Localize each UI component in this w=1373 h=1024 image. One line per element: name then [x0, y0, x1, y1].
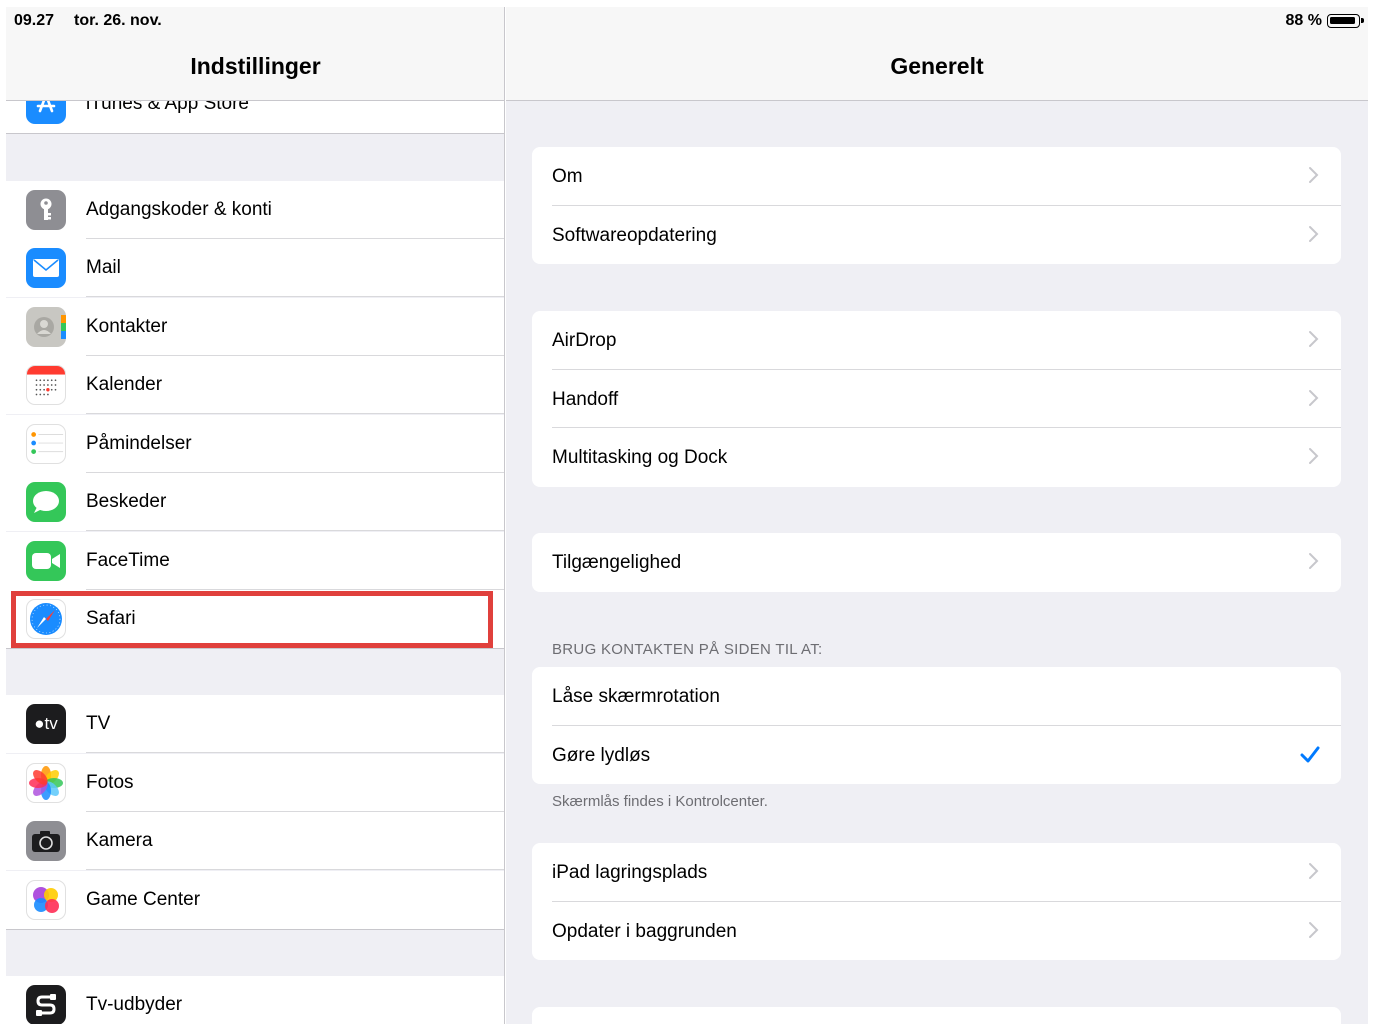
- chevron-right-icon: [1309, 331, 1319, 347]
- sidebar-item-label: TV: [86, 713, 111, 734]
- row-label: AirDrop: [552, 330, 617, 351]
- chevron-right-icon: [1309, 553, 1319, 569]
- chevron-right-icon: [1309, 225, 1319, 242]
- sidebar-item-game-center[interactable]: Game Center: [6, 871, 504, 929]
- battery-percentage: 88 %: [1285, 12, 1322, 29]
- row-label: Tilgængelighed: [552, 552, 682, 573]
- row-label: Låse skærmrotation: [552, 686, 720, 707]
- tv-provider-icon: [26, 985, 66, 1024]
- sidebar-item-camera[interactable]: Kamera: [6, 812, 504, 870]
- status-bar: 09.27 tor. 26. nov. 88 %: [6, 7, 1368, 33]
- ipad-screen: 09.27 tor. 26. nov. 88 % Indstillinger i…: [6, 7, 1368, 1024]
- row-ipad-storage[interactable]: iPad lagringsplads: [532, 843, 1341, 902]
- row-label: Om: [552, 166, 583, 187]
- sidebar-item-reminders[interactable]: Påmindelser: [6, 415, 504, 473]
- settings-group-side-switch: Låse skærmrotation Gøre lydløs: [532, 667, 1341, 784]
- side-switch-section-footer: Skærmlås findes i Kontrolcenter.: [552, 793, 768, 810]
- checkmark-icon: [1300, 746, 1320, 762]
- status-time: 09.27: [14, 12, 55, 29]
- key-icon: [26, 190, 66, 230]
- sidebar-item-messages[interactable]: Beskeder: [6, 473, 504, 531]
- side-switch-section-header: BRUG KONTAKTEN PÅ SIDEN TIL AT:: [552, 641, 823, 658]
- row-accessibility[interactable]: Tilgængelighed: [532, 533, 1341, 592]
- sidebar-item-label: Tv-udbyder: [86, 994, 183, 1015]
- row-label: iPad lagringsplads: [552, 862, 708, 883]
- tv-icon: ●tv: [26, 704, 66, 744]
- sidebar-item-label: Mail: [86, 257, 121, 278]
- contacts-icon: [26, 307, 66, 347]
- chevron-right-icon: [1309, 448, 1319, 464]
- row-background-refresh[interactable]: Opdater i baggrunden: [532, 902, 1341, 961]
- sidebar-item-label: Påmindelser: [86, 433, 192, 454]
- tv-icon-text: tv: [44, 714, 58, 733]
- camera-icon: [26, 821, 66, 861]
- sidebar-item-label: Kalender: [86, 374, 163, 395]
- row-label: Gøre lydløs: [552, 744, 651, 766]
- settings-group-next: [532, 1007, 1341, 1024]
- chevron-right-icon: [1309, 167, 1319, 183]
- settings-group-about: Om Softwareopdatering: [532, 147, 1341, 264]
- sidebar-item-photos[interactable]: Fotos: [6, 754, 504, 812]
- settings-group-storage: iPad lagringsplads Opdater i baggrunden: [532, 843, 1341, 960]
- sidebar-item-label: Kontakter: [86, 316, 168, 337]
- row-software-update[interactable]: Softwareopdatering: [532, 206, 1341, 265]
- sidebar-item-mail[interactable]: Mail: [6, 239, 504, 297]
- row-handoff[interactable]: Handoff: [532, 370, 1341, 428]
- sidebar-item-label: Kamera: [86, 830, 153, 851]
- messages-icon: [26, 482, 66, 522]
- game-center-icon: [26, 880, 66, 920]
- row-mute[interactable]: Gøre lydløs: [532, 726, 1341, 785]
- mail-icon: [26, 248, 66, 288]
- sidebar-item-label: FaceTime: [86, 550, 170, 571]
- chevron-right-icon: [1309, 389, 1319, 406]
- row-label: Handoff: [552, 388, 619, 410]
- photos-icon: [26, 763, 66, 803]
- general-settings-pane: Generelt Om Softwareopdatering AirDrop H…: [506, 7, 1368, 1024]
- row-airdrop[interactable]: AirDrop: [532, 311, 1341, 370]
- reminders-icon: [26, 424, 66, 464]
- sidebar-item-facetime[interactable]: FaceTime: [6, 532, 504, 590]
- sidebar-item-label: Beskeder: [86, 491, 167, 512]
- sidebar-item-label: Adgangskoder & konti: [86, 199, 272, 220]
- sidebar-item-tv-provider[interactable]: Tv-udbyder: [6, 976, 504, 1024]
- row-lock-rotation[interactable]: Låse skærmrotation: [532, 667, 1341, 726]
- status-date: tor. 26. nov.: [74, 12, 162, 29]
- sidebar-item-label: Game Center: [86, 889, 201, 910]
- facetime-icon: [26, 541, 66, 581]
- row-label: Opdater i baggrunden: [552, 920, 737, 942]
- chevron-right-icon: [1309, 863, 1319, 879]
- chevron-right-icon: [1309, 921, 1319, 938]
- calendar-icon: [26, 365, 66, 405]
- sidebar-item-passwords-accounts[interactable]: Adgangskoder & konti: [6, 181, 504, 239]
- battery-icon: [1327, 14, 1364, 28]
- settings-group-accessibility: Tilgængelighed: [532, 533, 1341, 592]
- row-label: Multitasking og Dock: [552, 447, 728, 468]
- row-label: Softwareopdatering: [552, 224, 717, 246]
- sidebar-item-tv[interactable]: ●tv TV: [6, 695, 504, 753]
- page-title: Generelt: [890, 53, 984, 79]
- settings-group-continuity: AirDrop Handoff Multitasking og Dock: [532, 311, 1341, 487]
- sidebar-item-label: Fotos: [86, 772, 134, 793]
- sidebar-title: Indstillinger: [190, 53, 321, 79]
- settings-sidebar: Indstillinger iTunes & App Store Adgangs…: [6, 7, 505, 1024]
- safari-highlight-box: [11, 591, 493, 648]
- row-multitasking-dock[interactable]: Multitasking og Dock: [532, 428, 1341, 487]
- row-about[interactable]: Om: [532, 147, 1341, 206]
- sidebar-item-contacts[interactable]: Kontakter: [6, 298, 504, 356]
- sidebar-item-calendar[interactable]: Kalender: [6, 356, 504, 414]
